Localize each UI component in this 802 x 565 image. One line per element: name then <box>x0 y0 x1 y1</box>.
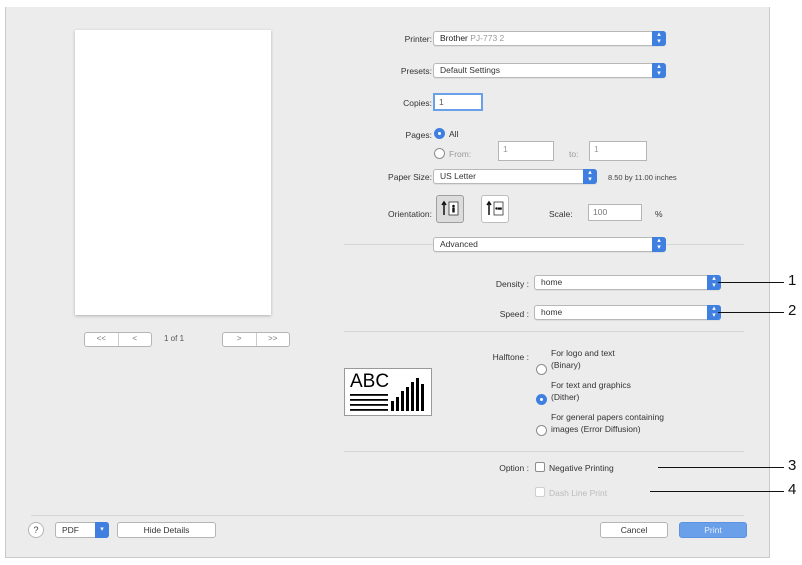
presets-label: Presets: <box>400 66 432 76</box>
halftone-option-line: images (Error Diffusion) <box>551 424 641 434</box>
chevron-updown-icon: ▴ ▾ <box>583 169 597 184</box>
portrait-orientation-button[interactable] <box>436 195 464 223</box>
speed-value: home <box>541 307 563 317</box>
preview-page-info: 1 of 1 <box>164 334 185 343</box>
density-popup[interactable]: home ▴ ▾ <box>534 275 721 290</box>
negative-printing-label: Negative Printing <box>549 463 614 473</box>
next-page-button[interactable]: > <box>223 333 257 346</box>
last-page-button[interactable]: >> <box>257 333 290 346</box>
presets-value: Default Settings <box>440 65 501 75</box>
dash-line-print-checkbox[interactable] <box>535 487 545 497</box>
halftone-error-diffusion-radio[interactable] <box>536 425 547 436</box>
separator <box>344 331 744 332</box>
copies-field[interactable]: 1 <box>433 93 483 111</box>
chevron-down-icon: ▾ <box>95 522 109 538</box>
printer-popup[interactable]: Brother PJ-773 2 ▴ ▾ <box>433 31 666 46</box>
printer-label: Printer: <box>404 34 432 44</box>
halftone-dither-radio[interactable] <box>536 394 547 405</box>
separator <box>344 451 744 452</box>
previous-page-button[interactable]: < <box>119 333 152 346</box>
pages-from-radio[interactable] <box>434 148 445 159</box>
print-dialog: << < 1 of 1 > >> Printer: Brother PJ-773… <box>5 7 770 558</box>
pages-from-field[interactable]: 1 <box>498 141 554 161</box>
scale-label: Scale: <box>549 209 573 219</box>
pages-to-label: to: <box>569 149 579 159</box>
halftone-preview: ABC <box>344 368 432 416</box>
callout-line <box>718 312 784 313</box>
page-preview <box>75 30 271 315</box>
help-button[interactable]: ? <box>28 522 44 538</box>
landscape-icon <box>486 200 504 216</box>
chevron-updown-icon: ▴ ▾ <box>652 31 666 46</box>
presets-popup[interactable]: Default Settings ▴ ▾ <box>433 63 666 78</box>
landscape-orientation-button[interactable] <box>481 195 509 223</box>
paper-dimensions: 8.50 by 11.00 inches <box>608 173 677 182</box>
halftone-option-label: For text and graphics (Dither) <box>551 379 631 403</box>
section-popup-value: Advanced <box>440 239 478 249</box>
halftone-option-line: For logo and text <box>551 348 615 358</box>
scale-field[interactable]: 100 <box>588 204 642 221</box>
callout-number: 4 <box>788 481 797 498</box>
speed-popup[interactable]: home ▴ ▾ <box>534 305 721 320</box>
halftone-option-label: For logo and text (Binary) <box>551 347 615 371</box>
preview-nav-back-group: << < <box>84 332 152 347</box>
speed-label: Speed : <box>499 309 529 319</box>
first-page-button[interactable]: << <box>85 333 119 346</box>
option-label: Option : <box>499 463 529 473</box>
halftone-binary-radio[interactable] <box>536 364 547 375</box>
callout-line <box>658 467 784 468</box>
halftone-option-line: (Dither) <box>551 392 580 402</box>
callout-number: 2 <box>788 302 797 319</box>
pages-to-field[interactable]: 1 <box>589 141 647 161</box>
pdf-label: PDF <box>62 525 79 535</box>
halftone-label: Halftone : <box>492 352 529 362</box>
separator <box>31 515 744 516</box>
dash-line-print-label: Dash Line Print <box>549 488 608 498</box>
paper-size-label: Paper Size: <box>388 172 432 182</box>
callout-line <box>650 491 784 492</box>
pages-all-radio[interactable] <box>434 128 445 139</box>
pdf-menu-button[interactable]: PDF ▾ <box>55 522 109 538</box>
callout-line <box>718 282 784 283</box>
pages-all-label: All <box>449 129 459 139</box>
halftone-pattern-icon <box>350 378 424 411</box>
paper-size-popup[interactable]: US Letter ▴ ▾ <box>433 169 597 184</box>
printer-model: PJ-773 2 <box>470 33 505 43</box>
density-label: Density : <box>495 279 529 289</box>
chevron-updown-icon: ▴ ▾ <box>652 237 666 252</box>
hide-details-button[interactable]: Hide Details <box>117 522 216 538</box>
printer-name: Brother <box>440 33 468 43</box>
portrait-icon <box>441 200 459 216</box>
cancel-button[interactable]: Cancel <box>600 522 668 538</box>
density-value: home <box>541 277 563 287</box>
halftone-option-line: For general papers containing <box>551 412 664 422</box>
negative-printing-checkbox[interactable] <box>535 462 545 472</box>
paper-size-value: US Letter <box>440 171 476 181</box>
halftone-option-label: For general papers containing images (Er… <box>551 411 664 435</box>
chevron-updown-icon: ▴ ▾ <box>652 63 666 78</box>
callout-number: 3 <box>788 457 797 474</box>
copies-label: Copies: <box>403 98 432 108</box>
callout-number: 1 <box>788 272 797 289</box>
orientation-label: Orientation: <box>388 209 432 219</box>
section-popup[interactable]: Advanced ▴ ▾ <box>433 237 666 252</box>
pages-from-label: From: <box>449 149 472 159</box>
preview-nav-forward-group: > >> <box>222 332 290 347</box>
print-button[interactable]: Print <box>679 522 747 538</box>
halftone-option-line: For text and graphics <box>551 380 631 390</box>
halftone-option-line: (Binary) <box>551 360 581 370</box>
pages-label: Pages: <box>405 130 432 140</box>
percent-sign: % <box>655 209 663 219</box>
